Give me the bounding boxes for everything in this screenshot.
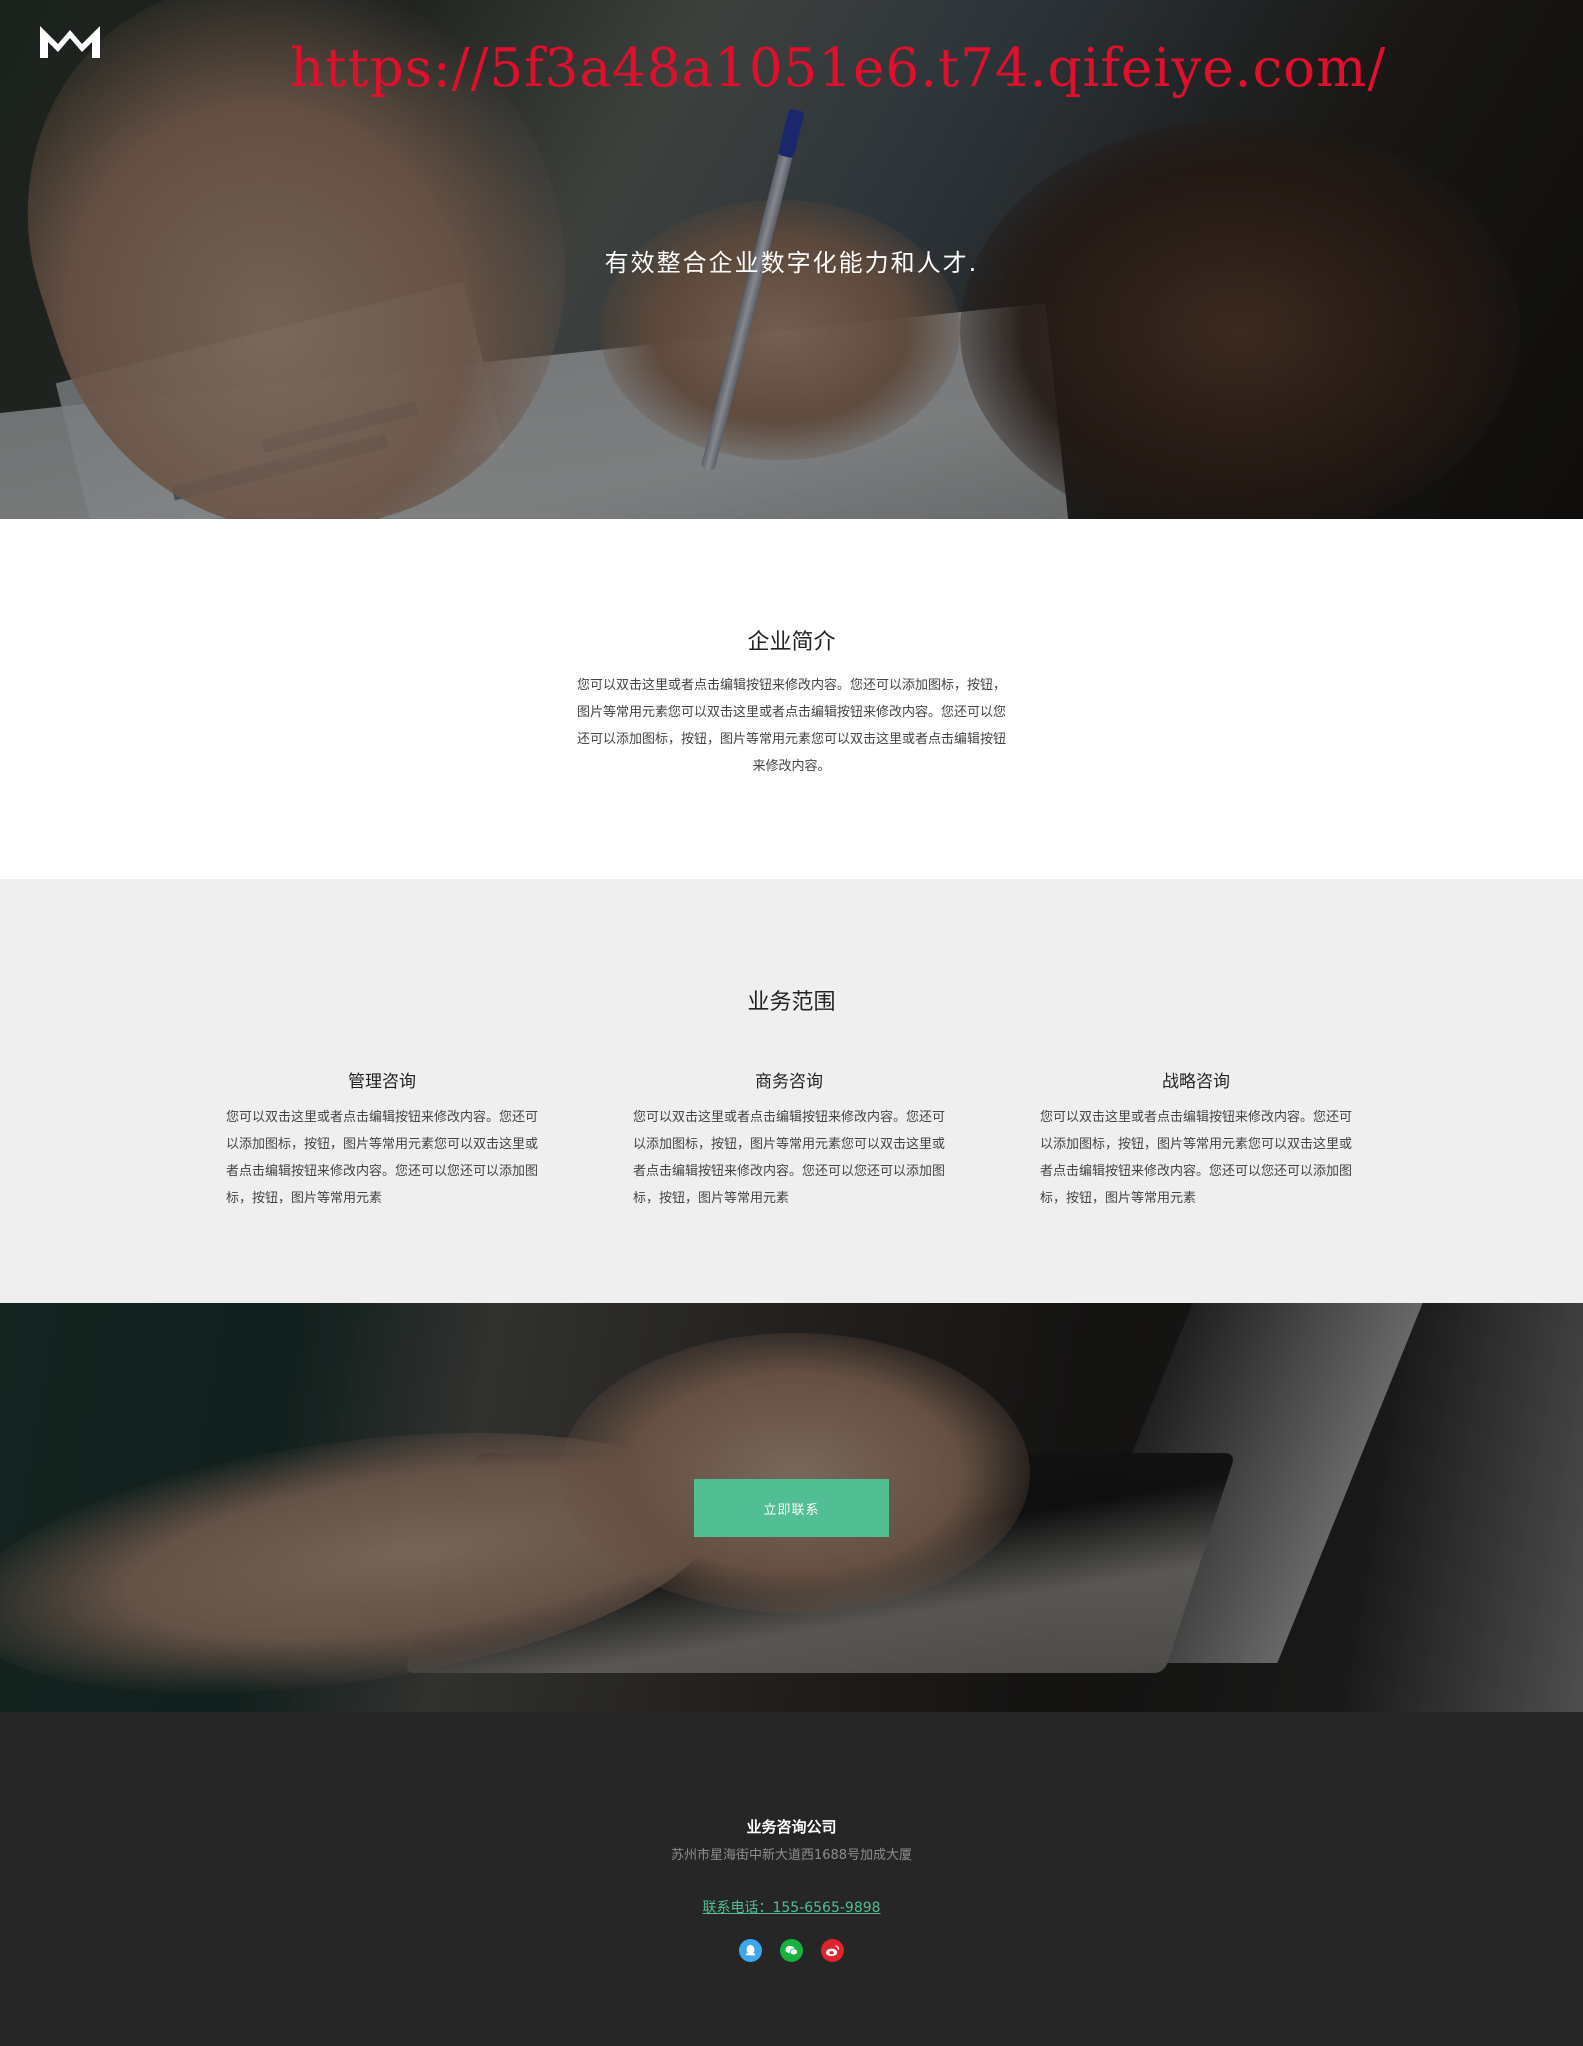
social-links xyxy=(0,1939,1583,1962)
footer: 业务咨询公司 苏州市星海街中新大道西1688号加成大厦 联系电话：155-656… xyxy=(0,1712,1583,2046)
brand-logo-icon[interactable] xyxy=(40,20,100,58)
wechat-icon[interactable] xyxy=(780,1939,803,1962)
service-title: 管理咨询 xyxy=(348,1072,416,1092)
contact-cta-banner: 立即联系 xyxy=(0,1303,1583,1712)
services-title: 业务范围 xyxy=(747,990,836,1015)
qq-icon[interactable] xyxy=(739,1939,762,1962)
service-card-management: 管理咨询 您可以双击这里或者点击编辑按钮来修改内容。您还可以添加图标，按钮，图片… xyxy=(226,1067,538,1212)
url-watermark: https://5f3a48a1051e6.t74.qifeiye.com/ xyxy=(290,38,1387,99)
footer-phone-link[interactable]: 联系电话：155-6565-9898 xyxy=(702,1897,880,1917)
hero-tagline: 有效整合企业数字化能力和人才. xyxy=(604,249,979,277)
services-section: 业务范围 管理咨询 您可以双击这里或者点击编辑按钮来修改内容。您还可以添加图标，… xyxy=(0,879,1583,1303)
service-text: 您可以双击这里或者点击编辑按钮来修改内容。您还可以添加图标，按钮，图片等常用元素… xyxy=(1040,1110,1353,1206)
service-card-business: 商务咨询 您可以双击这里或者点击编辑按钮来修改内容。您还可以添加图标，按钮，图片… xyxy=(633,1067,945,1212)
company-intro-section: 企业简介 您可以双击这里或者点击编辑按钮来修改内容。您还可以添加图标，按钮，图片… xyxy=(0,519,1583,879)
service-text: 您可以双击这里或者点击编辑按钮来修改内容。您还可以添加图标，按钮，图片等常用元素… xyxy=(633,1110,946,1206)
footer-address: 苏州市星海街中新大道西1688号加成大厦 xyxy=(670,1848,913,1863)
weibo-icon[interactable] xyxy=(821,1939,844,1962)
service-card-strategy: 战略咨询 您可以双击这里或者点击编辑按钮来修改内容。您还可以添加图标，按钮，图片… xyxy=(1040,1067,1352,1212)
intro-text: 您可以双击这里或者点击编辑按钮来修改内容。您还可以添加图标，按钮，图片等常用元素… xyxy=(576,678,1006,774)
footer-company-name: 业务咨询公司 xyxy=(746,1818,837,1836)
contact-now-button[interactable]: 立即联系 xyxy=(694,1479,889,1537)
hero-banner: https://5f3a48a1051e6.t74.qifeiye.com/ 有… xyxy=(0,0,1583,519)
intro-title: 企业简介 xyxy=(747,630,836,655)
service-title: 商务咨询 xyxy=(755,1072,823,1092)
service-title: 战略咨询 xyxy=(1162,1072,1230,1092)
service-text: 您可以双击这里或者点击编辑按钮来修改内容。您还可以添加图标，按钮，图片等常用元素… xyxy=(226,1110,539,1206)
